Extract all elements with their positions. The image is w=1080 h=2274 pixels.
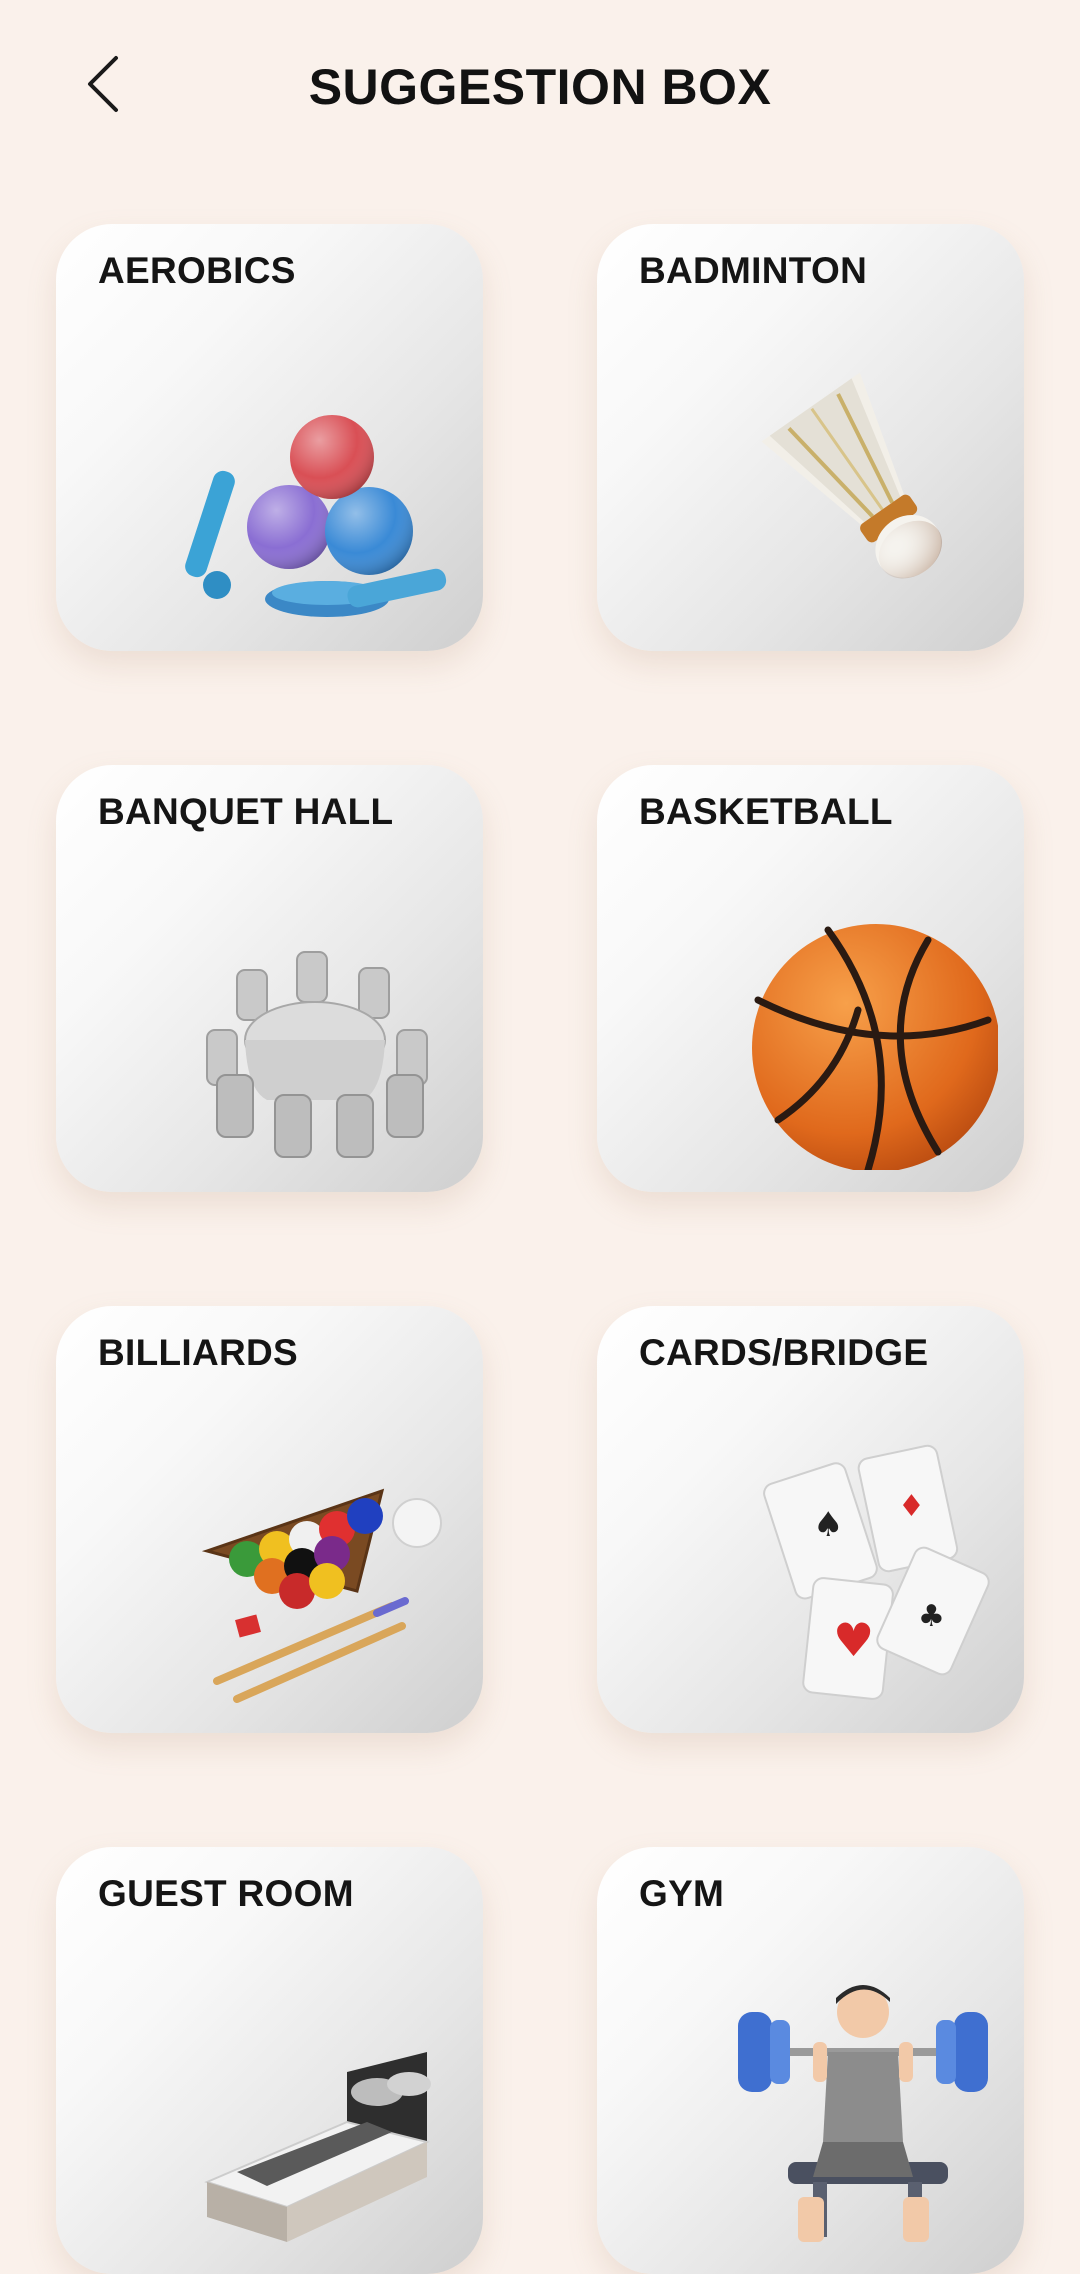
shuttlecock-icon [761,372,943,579]
card-billiards[interactable]: BILLIARDS [56,1306,483,1733]
card-label: BANQUET HALL [98,791,394,832]
svg-text:♣: ♣ [918,1599,945,1634]
playing-cards-icon: ♠ ♦ ♥ ♣ [763,1444,990,1700]
bed-icon [204,2052,431,2242]
basketball-icon [752,924,998,1170]
page-title: SUGGESTION BOX [308,59,772,115]
card-label: GYM [639,1873,725,1914]
card-label: BILLIARDS [98,1332,299,1373]
card-aerobics[interactable]: AEROBICS [56,224,483,651]
card-label: GUEST ROOM [98,1873,354,1914]
header: SUGGESTION BOX [0,0,1080,175]
weightlifter-icon [738,1985,988,2242]
card-label: AEROBICS [98,250,296,291]
svg-text:♥: ♥ [833,1613,874,1667]
card-basketball[interactable]: BASKETBALL [597,765,1024,1192]
card-label: BASKETBALL [639,791,893,832]
card-label: BADMINTON [639,250,868,291]
card-gym[interactable]: GYM [597,1847,1024,2274]
card-banquet-hall[interactable]: BANQUET HALL [56,765,483,1192]
card-cards-bridge[interactable]: CARDS/BRIDGE ♠ ♦ ♥ ♣ [597,1306,1024,1733]
svg-text:♠: ♠ [813,1505,843,1545]
card-label: CARDS/BRIDGE [639,1332,929,1373]
billiard-balls-icon [201,1488,442,1703]
aerobics-equipment-icon [185,415,447,617]
card-badminton[interactable]: BADMINTON [597,224,1024,651]
svg-text:♦: ♦ [898,1489,925,1524]
banquet-table-icon [206,951,428,1158]
card-guest-room[interactable]: GUEST ROOM [56,1847,483,2274]
